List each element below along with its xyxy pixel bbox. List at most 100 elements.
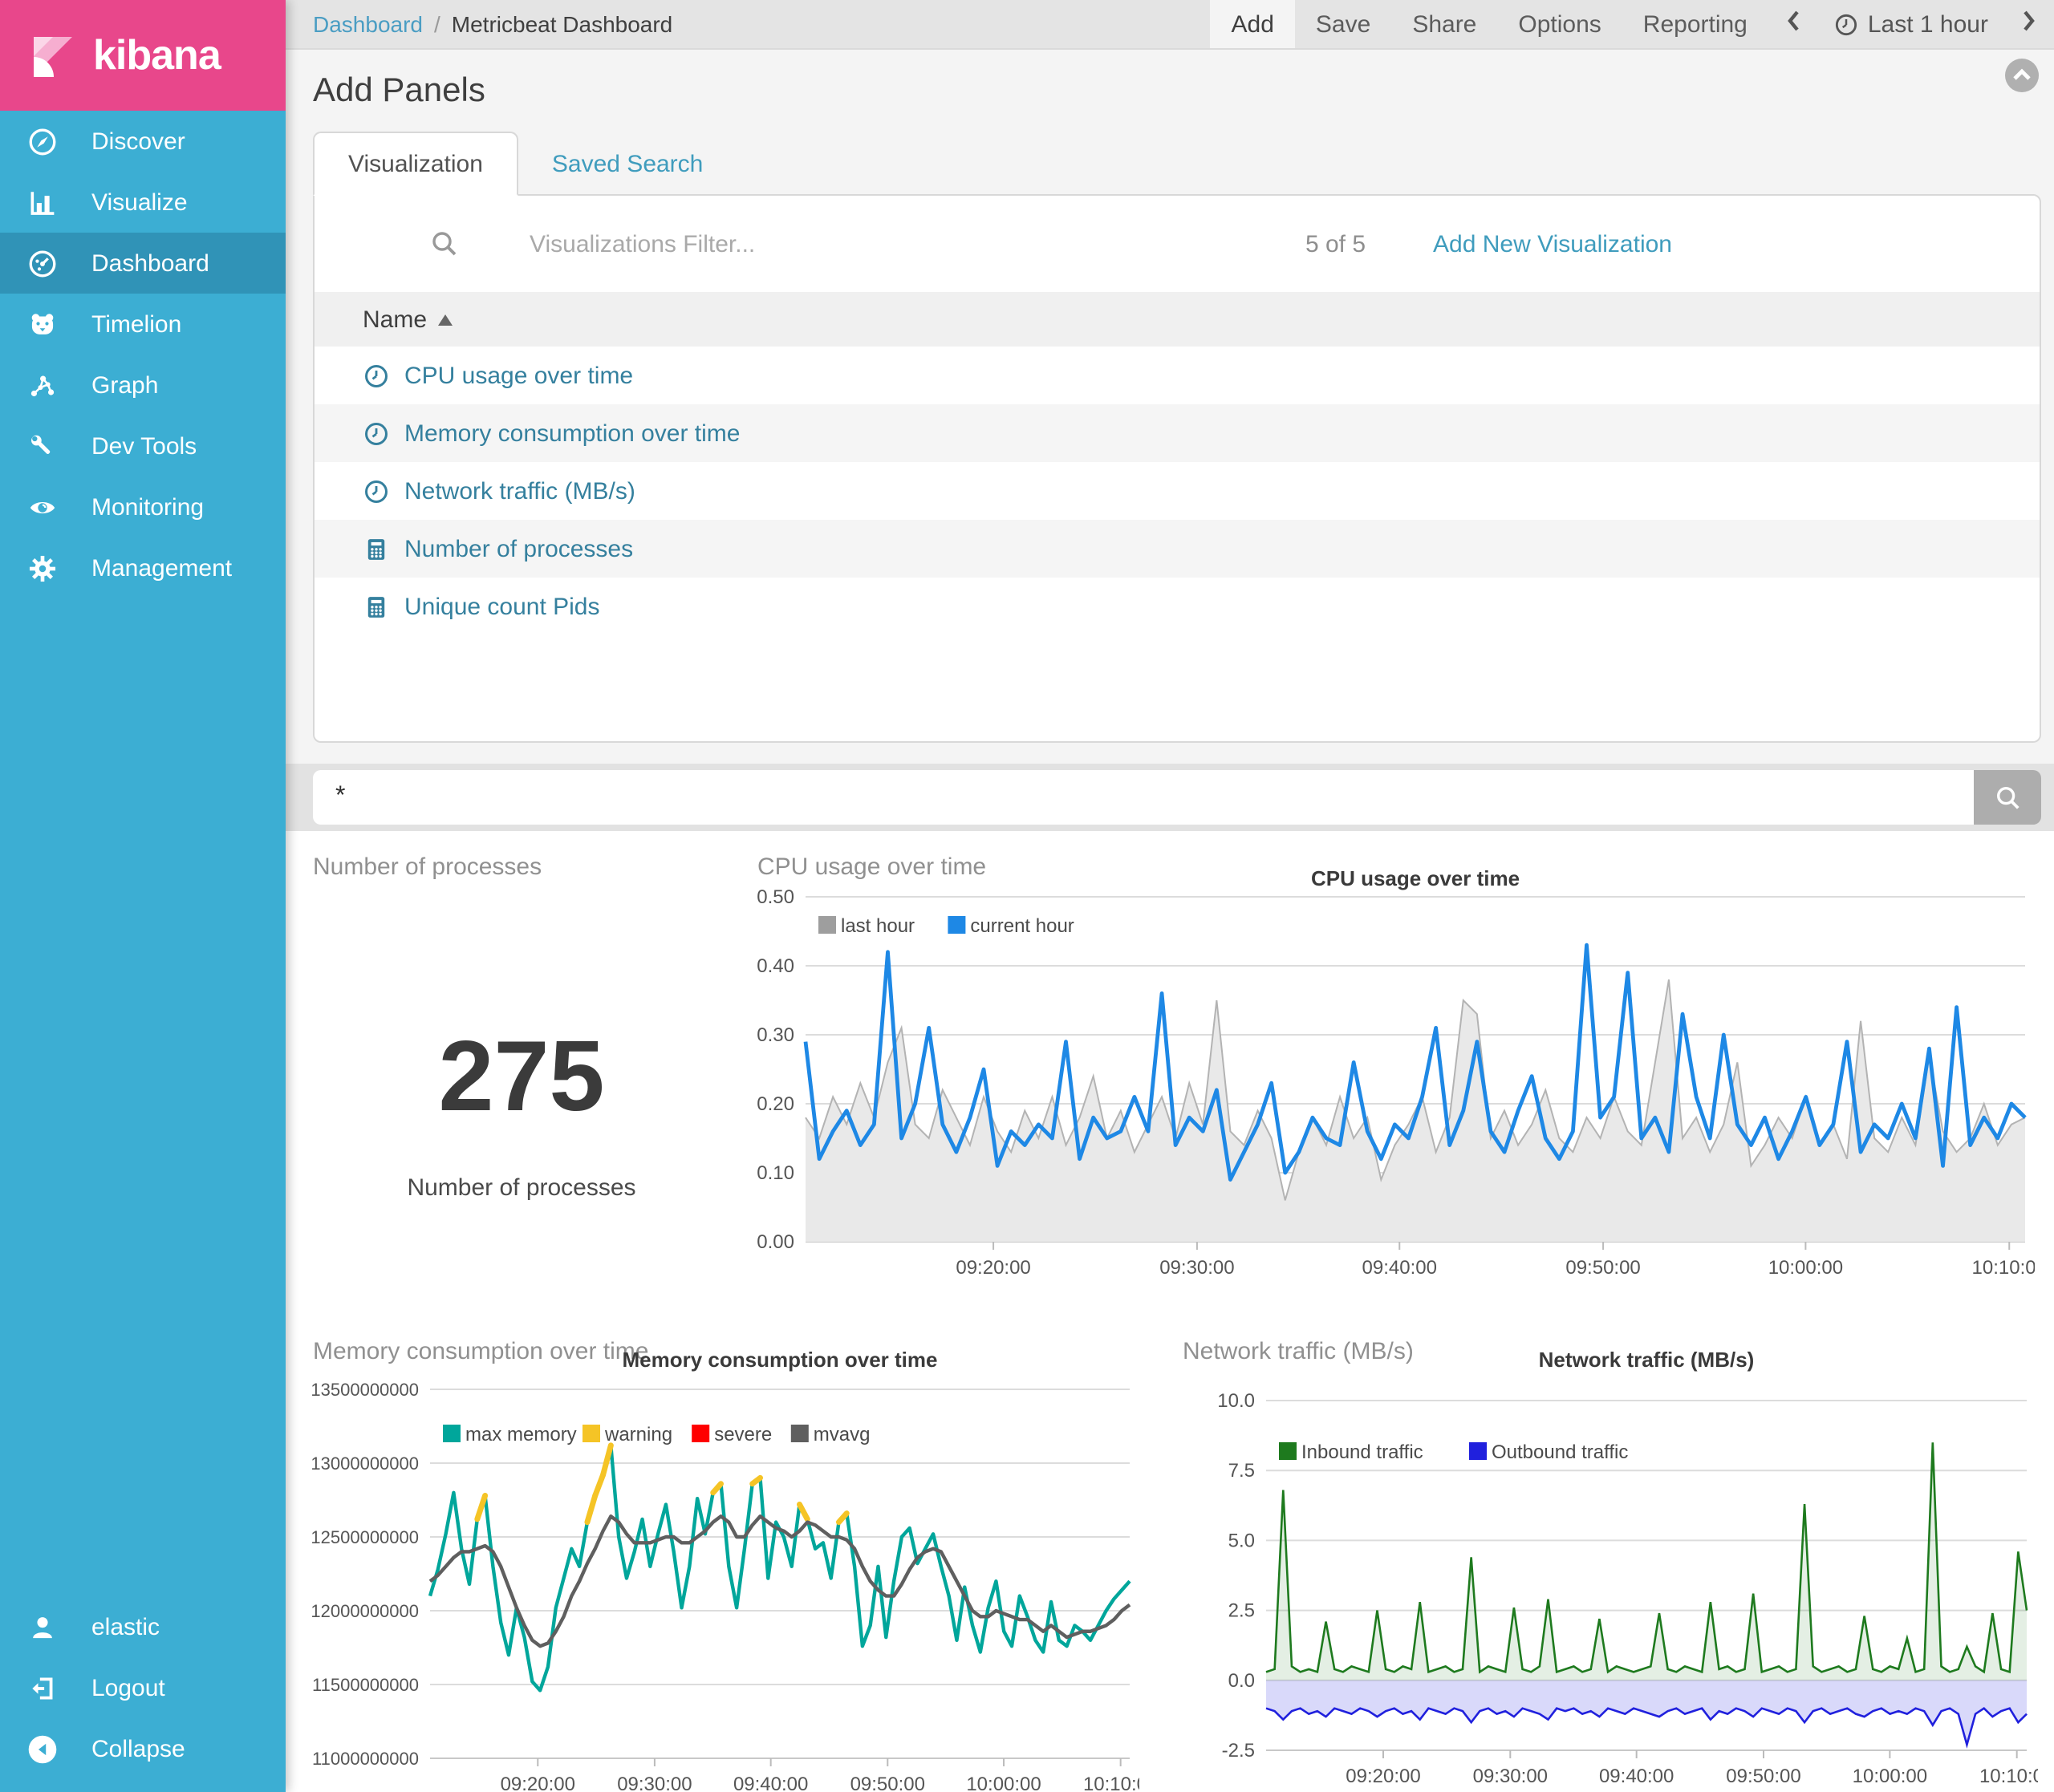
sidebar-item-management[interactable]: Management bbox=[0, 537, 286, 598]
clock-icon bbox=[363, 477, 390, 505]
list-item[interactable]: CPU usage over time bbox=[315, 347, 2040, 404]
svg-text:11500000000: 11500000000 bbox=[312, 1675, 419, 1695]
sidebar-item-visualize[interactable]: Visualize bbox=[0, 172, 286, 233]
options-menu-button[interactable]: Options bbox=[1497, 0, 1622, 48]
search-icon bbox=[1994, 784, 2021, 811]
svg-text:severe: severe bbox=[714, 1424, 772, 1445]
svg-text:10:10:00: 10:10:00 bbox=[1979, 1766, 2038, 1787]
add-panels-tabs: Visualization Saved Search bbox=[313, 132, 2041, 196]
share-menu-button[interactable]: Share bbox=[1391, 0, 1497, 48]
visualization-link[interactable]: Number of processes bbox=[404, 535, 633, 562]
visualization-link[interactable]: Memory consumption over time bbox=[404, 420, 741, 447]
page-title: Add Panels bbox=[313, 50, 2041, 132]
user-menu-elastic[interactable]: elastic bbox=[0, 1596, 286, 1657]
timelion-icon bbox=[22, 309, 61, 339]
svg-text:09:30:00: 09:30:00 bbox=[1159, 1257, 1234, 1279]
time-forward-button[interactable] bbox=[2004, 0, 2054, 48]
clock-icon bbox=[363, 420, 390, 447]
save-menu-button[interactable]: Save bbox=[1295, 0, 1391, 48]
list-item[interactable]: Memory consumption over time bbox=[315, 404, 2040, 462]
metric-value: 275 bbox=[305, 1020, 738, 1134]
chevron-up-circle-icon bbox=[2004, 72, 2040, 99]
network-traffic-chart: Network traffic (MB/s)10.07.55.02.50.0-2… bbox=[1195, 1348, 2038, 1792]
svg-text:09:30:00: 09:30:00 bbox=[1473, 1766, 1548, 1787]
svg-text:11000000000: 11000000000 bbox=[312, 1749, 419, 1769]
svg-text:5.0: 5.0 bbox=[1228, 1530, 1255, 1551]
svg-text:09:20:00: 09:20:00 bbox=[1346, 1766, 1420, 1787]
svg-text:0.40: 0.40 bbox=[757, 955, 794, 977]
main-content: Dashboard / Metricbeat Dashboard Add Sav… bbox=[286, 0, 2054, 1792]
svg-text:09:40:00: 09:40:00 bbox=[1362, 1257, 1437, 1279]
visualizations-filter-input[interactable] bbox=[530, 230, 1305, 257]
svg-text:09:40:00: 09:40:00 bbox=[733, 1774, 808, 1792]
svg-text:0.30: 0.30 bbox=[757, 1024, 794, 1046]
cpu-usage-chart: CPU usage over time0.500.400.300.200.100… bbox=[741, 863, 2035, 1317]
svg-text:10:10:00: 10:10:00 bbox=[1972, 1257, 2035, 1279]
time-back-button[interactable] bbox=[1768, 0, 1818, 48]
memory-consumption-chart: Memory consumption over time135000000001… bbox=[305, 1348, 1139, 1792]
svg-text:CPU usage over time: CPU usage over time bbox=[1311, 866, 1520, 890]
breadcrumb-current: Metricbeat Dashboard bbox=[452, 11, 673, 37]
svg-text:0.50: 0.50 bbox=[757, 886, 794, 908]
time-picker[interactable]: Last 1 hour bbox=[1818, 0, 2004, 48]
sort-ascending-icon bbox=[438, 314, 453, 325]
collapse-sidebar-button[interactable]: Collapse bbox=[0, 1718, 286, 1779]
svg-text:max memory: max memory bbox=[465, 1424, 577, 1445]
svg-text:09:50:00: 09:50:00 bbox=[850, 1774, 925, 1792]
sidebar-item-dev-tools[interactable]: Dev Tools bbox=[0, 416, 286, 476]
sidebar-item-timelion[interactable]: Timelion bbox=[0, 294, 286, 355]
tab-saved-search[interactable]: Saved Search bbox=[518, 132, 737, 196]
breadcrumb-dashboard-link[interactable]: Dashboard bbox=[313, 11, 423, 37]
svg-text:09:20:00: 09:20:00 bbox=[956, 1257, 1030, 1279]
svg-text:Memory consumption over time: Memory consumption over time bbox=[623, 1348, 938, 1372]
add-panels-section: Add Panels Visualization Saved Search 5 … bbox=[286, 50, 2054, 736]
logout-icon bbox=[22, 1672, 61, 1703]
svg-text:Outbound traffic: Outbound traffic bbox=[1492, 1441, 1628, 1463]
kibana-logo-icon bbox=[30, 33, 75, 78]
svg-text:10:00:00: 10:00:00 bbox=[966, 1774, 1041, 1792]
visualization-link[interactable]: Network traffic (MB/s) bbox=[404, 477, 635, 505]
svg-text:0.10: 0.10 bbox=[757, 1162, 794, 1184]
visualization-link[interactable]: Unique count Pids bbox=[404, 593, 600, 620]
bar-chart-icon bbox=[22, 187, 61, 217]
collapse-circle-icon bbox=[22, 1733, 61, 1764]
svg-text:2.5: 2.5 bbox=[1228, 1600, 1255, 1622]
svg-text:Inbound traffic: Inbound traffic bbox=[1301, 1441, 1423, 1463]
visualization-link[interactable]: CPU usage over time bbox=[404, 362, 633, 389]
table-header-name[interactable]: Name bbox=[315, 292, 2040, 347]
svg-text:-2.5: -2.5 bbox=[1222, 1740, 1255, 1762]
sidebar-item-graph[interactable]: Graph bbox=[0, 355, 286, 416]
svg-text:09:50:00: 09:50:00 bbox=[1565, 1257, 1640, 1279]
svg-text:warning: warning bbox=[604, 1424, 672, 1445]
panel-title-number-of-processes[interactable]: Number of processes bbox=[313, 853, 542, 881]
list-item[interactable]: Number of processes bbox=[315, 520, 2040, 578]
kibana-app: kibana Discover Visualize Dashboard bbox=[0, 0, 2054, 1792]
clock-icon bbox=[363, 362, 390, 389]
kibana-logo[interactable]: kibana bbox=[0, 0, 286, 111]
sidebar-item-monitoring[interactable]: Monitoring bbox=[0, 476, 286, 537]
svg-text:10:10:00: 10:10:00 bbox=[1083, 1774, 1139, 1792]
query-input[interactable] bbox=[313, 770, 1974, 825]
sidebar-item-discover[interactable]: Discover bbox=[0, 111, 286, 172]
clock-icon bbox=[1834, 12, 1858, 36]
svg-text:0.0: 0.0 bbox=[1228, 1670, 1255, 1692]
breadcrumb-separator: / bbox=[434, 11, 440, 37]
svg-text:7.5: 7.5 bbox=[1228, 1460, 1255, 1482]
chevron-left-icon bbox=[1784, 7, 1802, 41]
collapse-panel-button[interactable] bbox=[2004, 58, 2040, 93]
visualization-list-panel: 5 of 5 Add New Visualization Name CPU us… bbox=[313, 194, 2041, 743]
logout-button[interactable]: Logout bbox=[0, 1657, 286, 1718]
sidebar-item-dashboard[interactable]: Dashboard bbox=[0, 233, 286, 294]
gear-icon bbox=[22, 553, 61, 583]
dashboard-grid: Number of processes 275 Number of proces… bbox=[286, 831, 2054, 1792]
add-new-visualization-link[interactable]: Add New Visualization bbox=[1433, 230, 1672, 257]
list-item[interactable]: Network traffic (MB/s) bbox=[315, 462, 2040, 520]
add-menu-button[interactable]: Add bbox=[1211, 0, 1295, 48]
list-item[interactable]: Unique count Pids bbox=[315, 578, 2040, 635]
user-icon bbox=[22, 1612, 61, 1642]
tab-visualization[interactable]: Visualization bbox=[313, 132, 518, 196]
query-bar bbox=[286, 764, 2054, 831]
reporting-menu-button[interactable]: Reporting bbox=[1622, 0, 1768, 48]
breadcrumb: Dashboard / Metricbeat Dashboard bbox=[286, 0, 1211, 48]
query-search-button[interactable] bbox=[1974, 770, 2041, 825]
